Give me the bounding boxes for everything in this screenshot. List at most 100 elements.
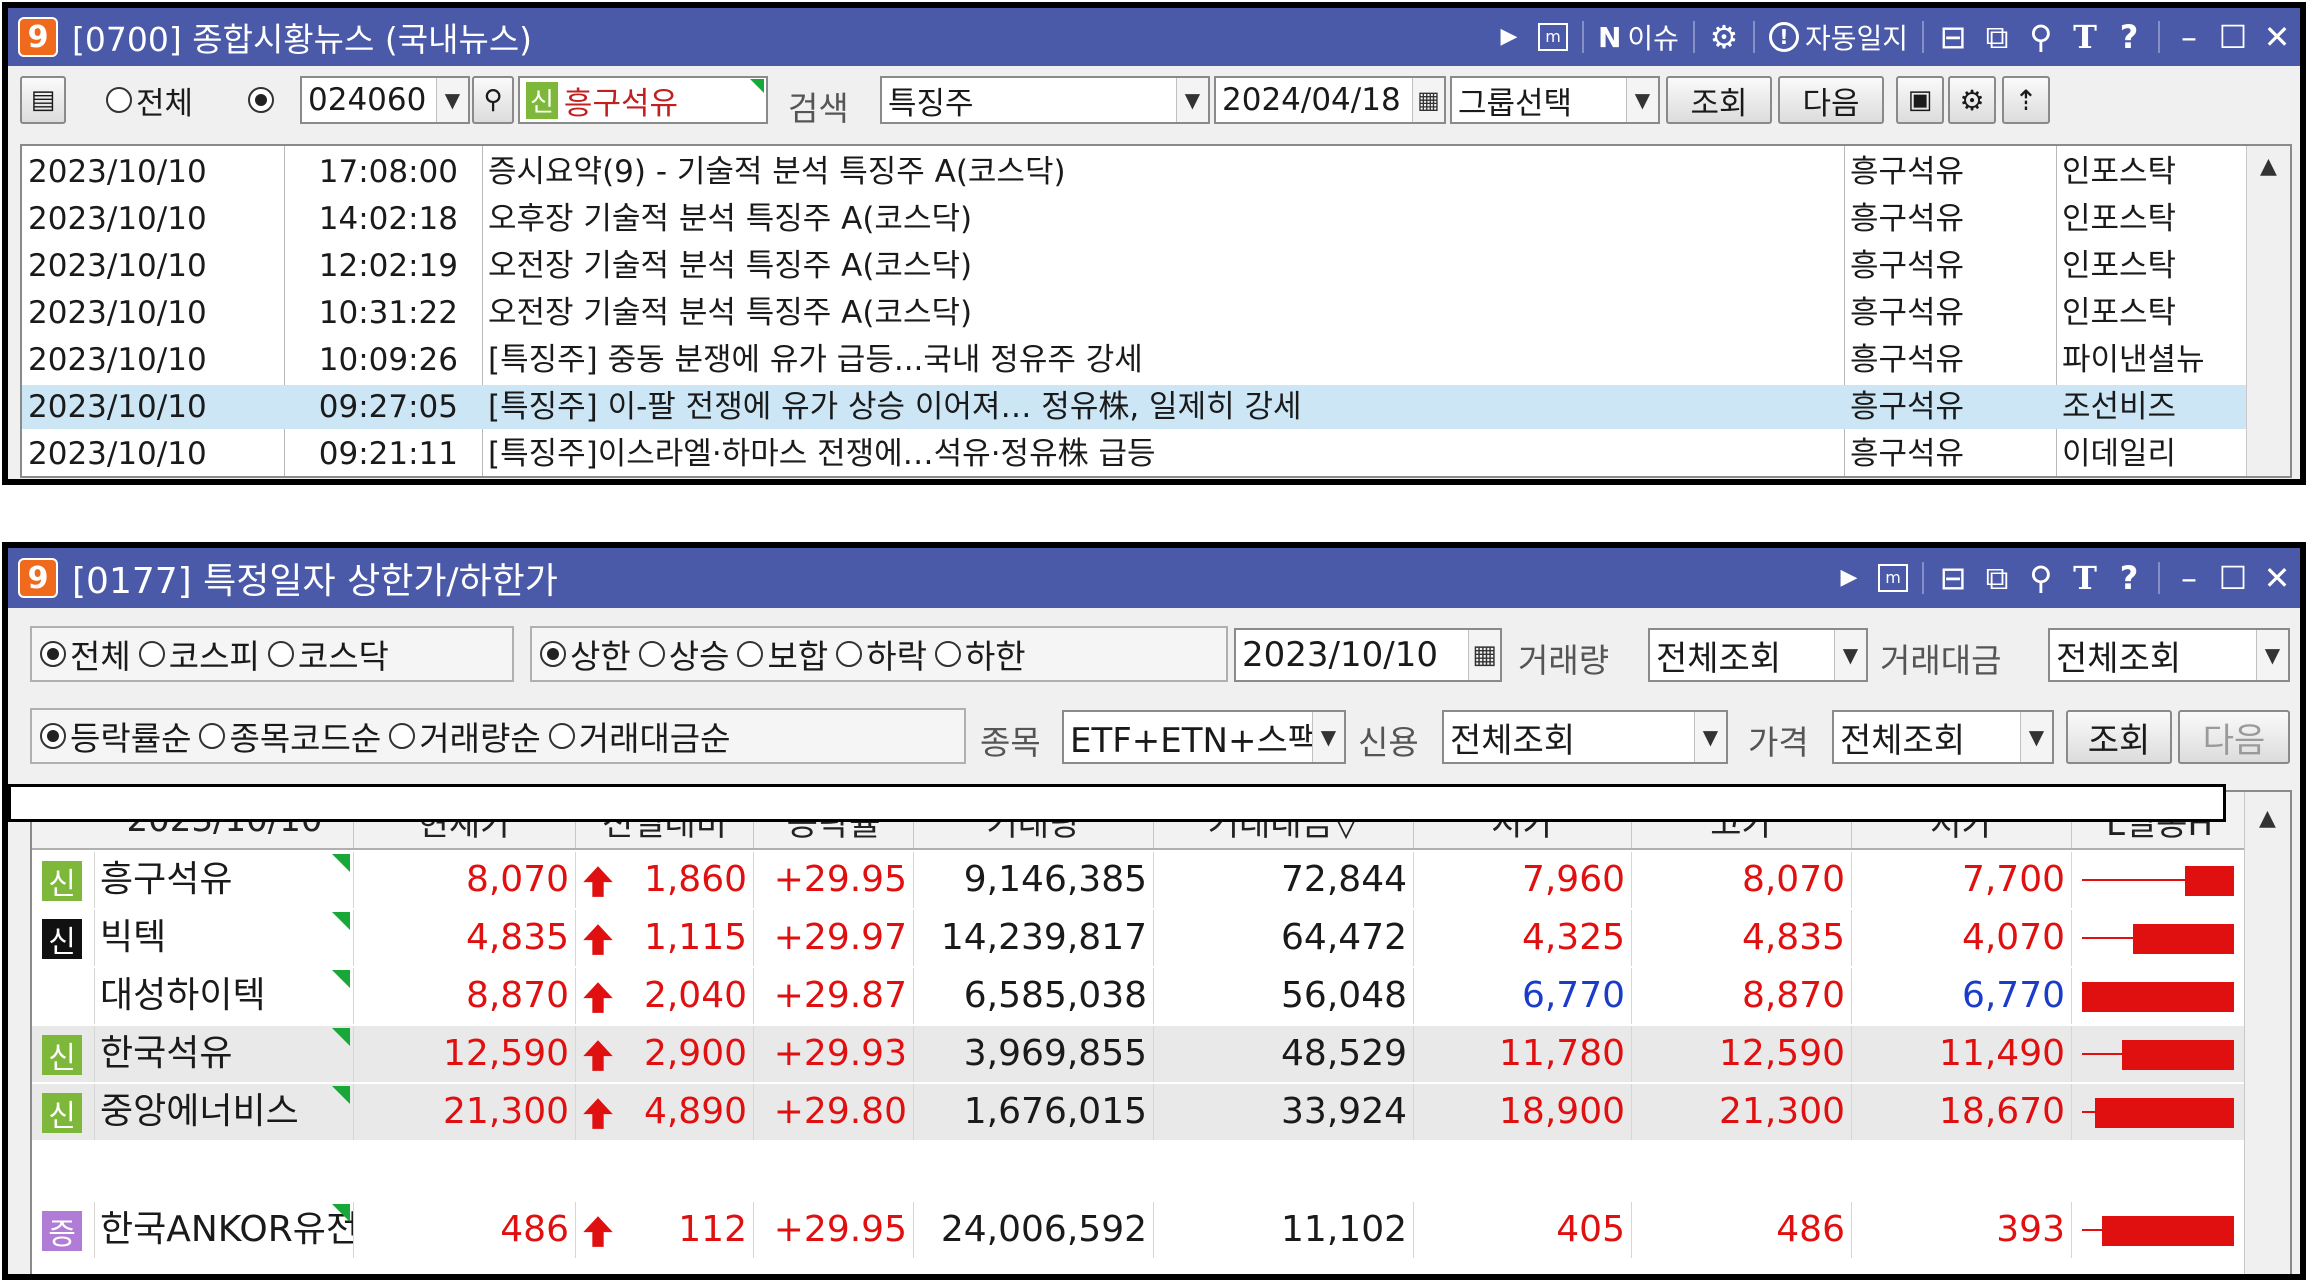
stock-name[interactable]: 중앙에너비스	[100, 1084, 354, 1140]
autolog-button[interactable]: ! 자동일지	[1768, 17, 1908, 57]
limit-radio-1[interactable]	[638, 641, 665, 667]
radio-code[interactable]	[248, 76, 278, 124]
date-input[interactable]: 2023/10/10 ▦	[1234, 628, 1502, 682]
chevron-down-icon[interactable]: ▼	[2256, 630, 2288, 680]
table-row[interactable]: 신 빅텍 4,835 1,115 +29.97 14,239,817 64,472 4,325…	[32, 910, 2248, 966]
limit-option-3[interactable]: 하락	[836, 630, 927, 678]
limit-option-0[interactable]: 상한	[540, 630, 631, 678]
stock-name[interactable]: 빅텍	[100, 910, 354, 966]
limit-option-1[interactable]: 상승	[638, 630, 729, 678]
memo-icon[interactable]: m	[1878, 564, 1908, 592]
pin-icon[interactable]: ⚲	[2026, 21, 2056, 53]
limit-option-4[interactable]: 하한	[934, 630, 1026, 678]
minimize-icon[interactable]: –	[2174, 21, 2204, 53]
chevron-down-icon[interactable]: ▼	[2020, 712, 2052, 762]
radio-all[interactable]: 전체	[106, 76, 193, 124]
next-button[interactable]: 다음	[1778, 76, 1884, 124]
font-size-icon[interactable]: T	[2070, 21, 2100, 53]
limit-option-2[interactable]: 보합	[737, 630, 828, 678]
upload-button[interactable]: ⇡	[2002, 76, 2050, 124]
radio-code-circle[interactable]	[248, 87, 274, 113]
news-row[interactable]: 2023/10/10 14:02:18 오후장 기술적 분석 특징주 A(코스닥) 흥…	[22, 197, 2248, 241]
stock-name[interactable]: 흥구석유	[100, 852, 354, 908]
volume-select[interactable]: 전체조회 ▼	[1648, 628, 1868, 682]
chevron-down-icon[interactable]: ▼	[1694, 712, 1726, 762]
app-badge[interactable]: 9	[18, 558, 58, 598]
next-button[interactable]: 다음	[2178, 710, 2290, 764]
market-option-0[interactable]: 전체	[40, 630, 131, 678]
table-row[interactable]: 신 한국석유 12,590 2,900 +29.93 3,969,855 48,529 11,…	[32, 1026, 2248, 1082]
group-select[interactable]: 그룹선택 ▼	[1450, 76, 1660, 124]
keyword-select[interactable]: 특징주 ▼	[880, 76, 1210, 124]
sort-radio-1[interactable]	[199, 723, 226, 749]
market-radio-1[interactable]	[138, 641, 165, 667]
chevron-down-icon[interactable]: ▼	[436, 78, 468, 122]
market-option-2[interactable]: 코스닥	[267, 630, 389, 678]
close-icon[interactable]: ✕	[2262, 562, 2292, 594]
date-input[interactable]: 2024/04/18 ▦	[1214, 76, 1446, 124]
minimize-icon[interactable]: –	[2174, 562, 2204, 594]
app-badge[interactable]: 9	[18, 17, 58, 57]
item-select[interactable]: ETF+ETN+스팩 ▼	[1062, 710, 1346, 764]
settings-button[interactable]: ⚙	[1948, 76, 1996, 124]
market-radio-0[interactable]	[40, 641, 66, 667]
sort-option-0[interactable]: 등락률순	[40, 712, 191, 760]
news-row[interactable]: 2023/10/10 09:27:05 [특징주] 이-팔 전쟁에 유가 상승 이어…	[22, 385, 2248, 429]
layout-icon[interactable]: ⊟	[1938, 562, 1968, 594]
panel-toggle-button[interactable]: ▤	[20, 76, 66, 124]
limit-radio-2[interactable]	[737, 641, 764, 667]
sort-radio-2[interactable]	[389, 723, 416, 749]
market-option-1[interactable]: 코스피	[138, 630, 260, 678]
news-row[interactable]: 2023/10/10 09:21:11 [특징주]이스라엘·하마스 전쟁에…석유·정…	[22, 432, 2248, 476]
stock-name-field[interactable]: 신 흥구석유	[518, 76, 768, 124]
query-button[interactable]: 조회	[1666, 76, 1772, 124]
news-row[interactable]: 2023/10/10 10:31:22 오전장 기술적 분석 특징주 A(코스닥) 흥…	[22, 291, 2248, 335]
news-row[interactable]: 2023/10/10 17:08:00 증시요약(9) - 기술적 분석 특징주 A…	[22, 150, 2248, 194]
sort-option-3[interactable]: 거래대금순	[548, 712, 731, 760]
help-icon[interactable]: ?	[2114, 562, 2144, 594]
sort-radio-3[interactable]	[548, 723, 575, 749]
table-row[interactable]: 증 한국ANKOR유전 486 112 +29.95 24,006,592 11,102 40…	[32, 1202, 2248, 1258]
font-size-icon[interactable]: T	[2070, 562, 2100, 594]
restore-windows-icon[interactable]: ⧉	[1982, 562, 2012, 594]
play-icon[interactable]: ▶	[1834, 567, 1864, 589]
maximize-icon[interactable]: ☐	[2218, 562, 2248, 594]
stock-search-button[interactable]: ⚲	[472, 76, 514, 124]
radio-all-circle[interactable]	[106, 87, 132, 113]
sort-option-1[interactable]: 종목코드순	[199, 712, 381, 760]
grid-scrollbar[interactable]: ▲	[2244, 792, 2290, 1274]
stock-name[interactable]: 대성하이텍	[100, 968, 354, 1024]
calendar-icon[interactable]: ▦	[1412, 78, 1444, 122]
news-row[interactable]: 2023/10/10 12:02:19 오전장 기술적 분석 특징주 A(코스닥) 흥…	[22, 244, 2248, 288]
table-row[interactable]: 대성하이텍 8,870 2,040 +29.87 6,585,038 56,048 6,77…	[32, 968, 2248, 1024]
help-icon[interactable]: ?	[2114, 21, 2144, 53]
price-select[interactable]: 전체조회 ▼	[1832, 710, 2054, 764]
memo-icon[interactable]: m	[1537, 23, 1568, 51]
chevron-down-icon[interactable]: ▼	[1176, 78, 1208, 122]
pin-icon[interactable]: ⚲	[2026, 562, 2056, 594]
limit-radio-3[interactable]	[836, 641, 863, 667]
scroll-up-icon[interactable]: ▲	[2245, 800, 2290, 836]
stock-name[interactable]: 한국ANKOR유전	[100, 1202, 354, 1258]
table-row[interactable]: 신 흥구석유 8,070 1,860 +29.95 9,146,385 72,844 7,96…	[32, 852, 2248, 908]
market-radio-2[interactable]	[267, 641, 294, 667]
link-icon[interactable]: ⚙	[1709, 21, 1739, 53]
stock-name[interactable]: 한국석유	[100, 1026, 354, 1082]
scroll-up-icon[interactable]: ▲	[2247, 148, 2290, 184]
table-row[interactable]: 신 중앙에너비스 21,300 4,890 +29.80 1,676,015 33,924 1…	[32, 1084, 2248, 1140]
news-row[interactable]: 2023/10/10 10:09:26 [특징주] 중동 분쟁에 유가 급등...국…	[22, 338, 2248, 382]
chevron-down-icon[interactable]: ▼	[1312, 712, 1344, 762]
maximize-icon[interactable]: ☐	[2218, 21, 2248, 53]
query-button[interactable]: 조회	[2066, 710, 2172, 764]
credit-select[interactable]: 전체조회 ▼	[1442, 710, 1728, 764]
calendar-icon[interactable]: ▦	[1468, 630, 1500, 680]
stock-code-input[interactable]: 024060 ▼	[300, 76, 470, 124]
chevron-down-icon[interactable]: ▼	[1834, 630, 1866, 680]
restore-windows-icon[interactable]: ⧉	[1982, 21, 2012, 53]
close-icon[interactable]: ✕	[2262, 21, 2292, 53]
limit-radio-0[interactable]	[540, 641, 566, 667]
limit-radio-4[interactable]	[934, 641, 961, 667]
chevron-down-icon[interactable]: ▼	[1626, 78, 1658, 122]
issue-button[interactable]: N 이슈	[1598, 17, 1679, 57]
news-scrollbar[interactable]: ▲	[2246, 146, 2290, 476]
